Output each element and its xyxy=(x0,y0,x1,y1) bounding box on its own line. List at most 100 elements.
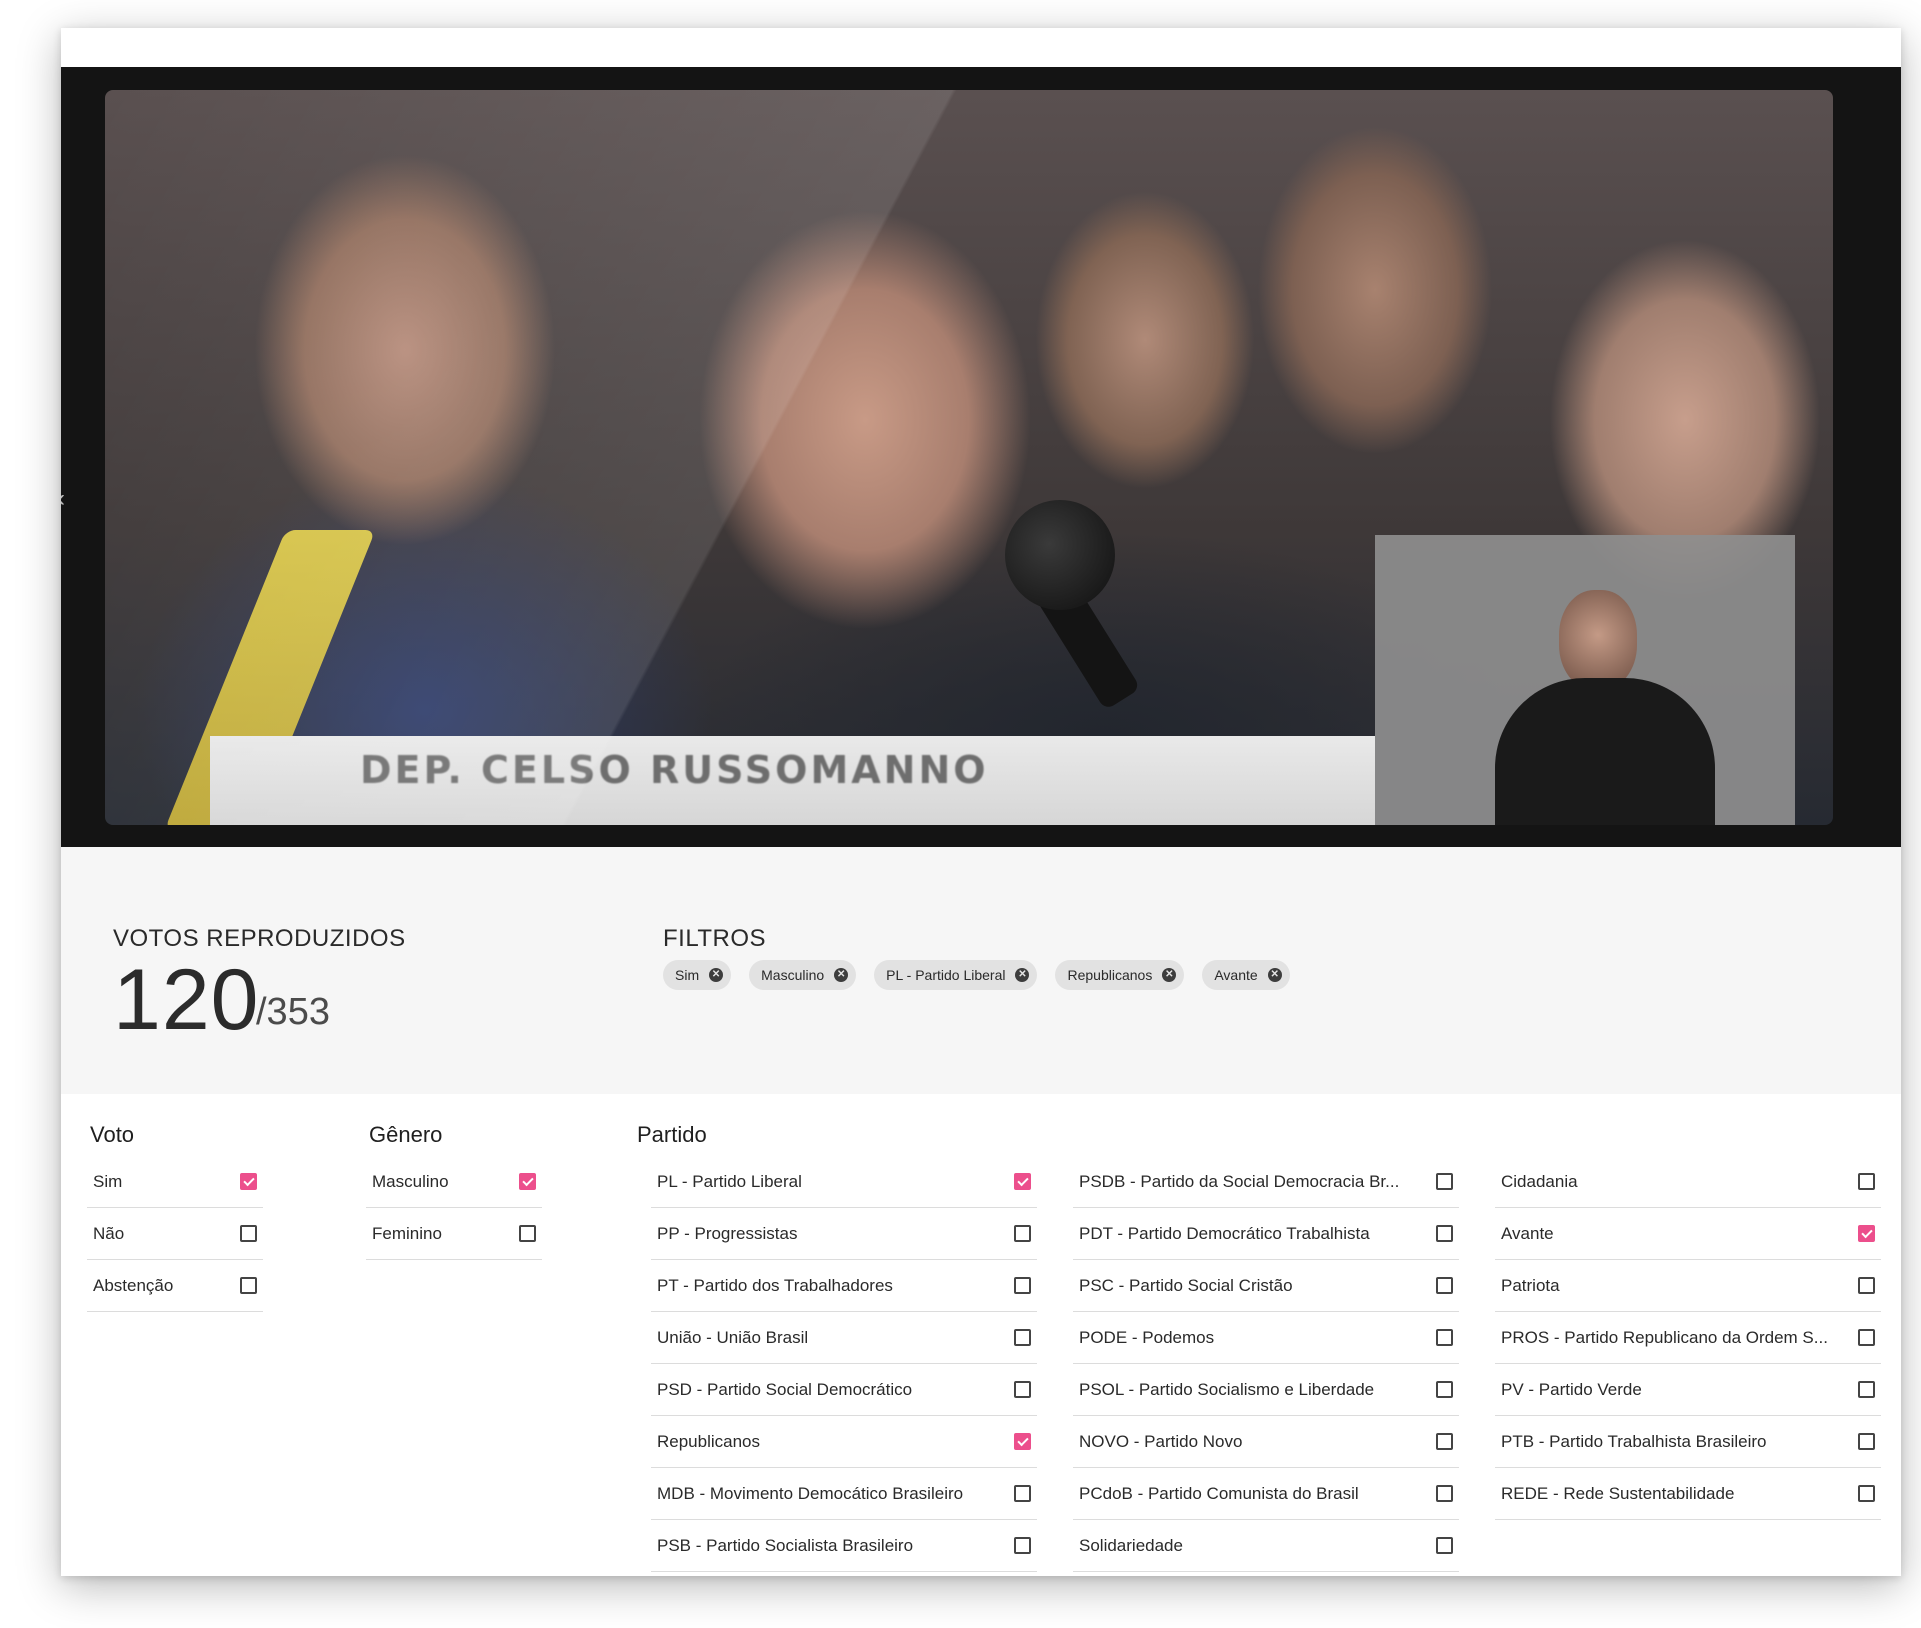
filter-chip-label: Sim xyxy=(675,967,700,983)
party-option[interactable]: PCdoB - Partido Comunista do Brasil xyxy=(1073,1468,1459,1520)
stats-panel: VOTOS REPRODUZIDOS 120 /353 FILTROS Sim … xyxy=(61,847,1901,1094)
close-icon[interactable]: ✕ xyxy=(1162,968,1177,982)
party-option[interactable]: Patriota xyxy=(1495,1260,1881,1312)
checkbox[interactable] xyxy=(1436,1329,1453,1346)
checkbox[interactable] xyxy=(1858,1173,1875,1190)
interpreter-body xyxy=(1495,678,1715,825)
gender-group-title: Gênero xyxy=(369,1122,443,1147)
option-label: PCdoB - Partido Comunista do Brasil xyxy=(1079,1483,1359,1503)
checkbox[interactable] xyxy=(1436,1173,1453,1190)
party-option[interactable]: PODE - Podemos xyxy=(1073,1312,1459,1364)
video-frame[interactable]: DEP. CELSO RUSSOMANNO xyxy=(105,90,1833,825)
party-option[interactable]: União - União Brasil xyxy=(651,1312,1037,1364)
party-option[interactable]: Solidariedade xyxy=(1073,1520,1459,1572)
party-option[interactable]: PSD - Partido Social Democrático xyxy=(651,1364,1037,1416)
checkbox[interactable] xyxy=(1858,1485,1875,1502)
checkbox[interactable] xyxy=(1436,1225,1453,1242)
vote-option-nao[interactable]: Não xyxy=(87,1208,263,1260)
checkbox[interactable] xyxy=(519,1173,536,1190)
option-label: PSOL - Partido Socialismo e Liberdade xyxy=(1079,1379,1375,1399)
video-player[interactable]: DEP. CELSO RUSSOMANNO ‹ xyxy=(61,67,1901,847)
chevron-left-icon[interactable]: ‹ xyxy=(61,485,65,513)
app-window: DEP. CELSO RUSSOMANNO ‹ VOTOS REPRODUZID… xyxy=(61,28,1901,1576)
checkbox[interactable] xyxy=(519,1225,536,1242)
party-option[interactable]: Avante xyxy=(1495,1208,1881,1260)
party-option[interactable]: Cidadania xyxy=(1495,1156,1881,1208)
checkbox[interactable] xyxy=(1014,1225,1031,1242)
party-option[interactable]: PP - Progressistas xyxy=(651,1208,1037,1260)
party-option[interactable]: PSDB - Partido da Social Democracia Br..… xyxy=(1073,1156,1459,1208)
party-option[interactable]: PSC - Partido Social Cristão xyxy=(1073,1260,1459,1312)
filter-chip-label: Avante xyxy=(1214,967,1258,983)
close-icon[interactable]: ✕ xyxy=(1267,968,1282,982)
checkbox[interactable] xyxy=(1436,1381,1453,1398)
option-label: PP - Progressistas xyxy=(657,1223,798,1243)
checkbox[interactable] xyxy=(1014,1433,1031,1450)
party-option[interactable]: PV - Partido Verde xyxy=(1495,1364,1881,1416)
checkbox[interactable] xyxy=(1858,1381,1875,1398)
party-filter-column-1: PL - Partido Liberal PP - Progressistas … xyxy=(651,1156,1037,1572)
option-label: PODE - Podemos xyxy=(1079,1327,1215,1347)
vote-option-abstencao[interactable]: Abstenção xyxy=(87,1260,263,1312)
checkbox[interactable] xyxy=(1436,1537,1453,1554)
vote-group-title: Voto xyxy=(90,1122,135,1147)
party-option[interactable]: MDB - Movimento Democático Brasileiro xyxy=(651,1468,1037,1520)
option-label: Republicanos xyxy=(657,1431,761,1451)
party-option[interactable]: PROS - Partido Republicano da Ordem S... xyxy=(1495,1312,1881,1364)
checkbox[interactable] xyxy=(1858,1277,1875,1294)
checkbox[interactable] xyxy=(1436,1485,1453,1502)
checkbox[interactable] xyxy=(1014,1173,1031,1190)
party-group-title: Partido xyxy=(637,1122,707,1147)
option-label: REDE - Rede Sustentabilidade xyxy=(1501,1483,1735,1503)
votes-total-count: /353 xyxy=(256,991,330,1033)
checkbox[interactable] xyxy=(240,1173,257,1190)
filter-chip-label: Republicanos xyxy=(1067,967,1153,983)
option-label: NOVO - Partido Novo xyxy=(1079,1431,1243,1451)
party-option[interactable]: PTB - Partido Trabalhista Brasileiro xyxy=(1495,1416,1881,1468)
party-option[interactable]: PL - Partido Liberal xyxy=(651,1156,1037,1208)
filter-chip: PL - Partido Liberal ✕ xyxy=(874,960,1038,990)
video-scene-microphone xyxy=(1005,500,1115,610)
checkbox[interactable] xyxy=(240,1225,257,1242)
option-label: MDB - Movimento Democático Brasileiro xyxy=(657,1483,964,1503)
party-option[interactable]: REDE - Rede Sustentabilidade xyxy=(1495,1468,1881,1520)
checkbox[interactable] xyxy=(1436,1433,1453,1450)
option-label: PL - Partido Liberal xyxy=(657,1171,802,1191)
filters-label: FILTROS xyxy=(663,925,767,952)
checkbox[interactable] xyxy=(1858,1433,1875,1450)
close-icon[interactable]: ✕ xyxy=(834,968,849,982)
sign-language-interpreter xyxy=(1485,590,1725,825)
gender-option-feminino[interactable]: Feminino xyxy=(366,1208,542,1260)
option-label: PROS - Partido Republicano da Ordem S... xyxy=(1501,1327,1828,1347)
close-icon[interactable]: ✕ xyxy=(1015,968,1030,982)
party-option[interactable]: Republicanos xyxy=(651,1416,1037,1468)
party-option[interactable]: PDT - Partido Democrático Trabalhista xyxy=(1073,1208,1459,1260)
option-label: PSDB - Partido da Social Democracia Br..… xyxy=(1079,1171,1400,1191)
option-label: Feminino xyxy=(372,1223,442,1243)
party-option[interactable]: NOVO - Partido Novo xyxy=(1073,1416,1459,1468)
checkbox[interactable] xyxy=(1014,1485,1031,1502)
gender-filter-list: Masculino Feminino xyxy=(366,1156,542,1260)
party-option[interactable]: PSB - Partido Socialista Brasileiro xyxy=(651,1520,1037,1572)
party-option[interactable]: PSOL - Partido Socialismo e Liberdade xyxy=(1073,1364,1459,1416)
option-label: PV - Partido Verde xyxy=(1501,1379,1642,1399)
close-icon[interactable]: ✕ xyxy=(709,968,724,982)
checkbox[interactable] xyxy=(1436,1277,1453,1294)
checkbox[interactable] xyxy=(1014,1537,1031,1554)
checkbox[interactable] xyxy=(1858,1225,1875,1242)
option-label: PT - Partido dos Trabalhadores xyxy=(657,1275,893,1295)
active-filter-chips: Sim ✕ Masculino ✕ PL - Partido Liberal ✕… xyxy=(663,960,1290,990)
vote-option-sim[interactable]: Sim xyxy=(87,1156,263,1208)
filter-chip: Avante ✕ xyxy=(1202,960,1290,990)
checkbox[interactable] xyxy=(1014,1381,1031,1398)
lower-third-caption: DEP. CELSO RUSSOMANNO xyxy=(360,748,989,792)
option-label: Patriota xyxy=(1501,1275,1560,1295)
option-label: PSC - Partido Social Cristão xyxy=(1079,1275,1293,1295)
checkbox[interactable] xyxy=(1014,1329,1031,1346)
checkbox[interactable] xyxy=(240,1277,257,1294)
checkbox[interactable] xyxy=(1014,1277,1031,1294)
checkbox[interactable] xyxy=(1858,1329,1875,1346)
gender-option-masculino[interactable]: Masculino xyxy=(366,1156,542,1208)
option-label: União - União Brasil xyxy=(657,1327,809,1347)
party-option[interactable]: PT - Partido dos Trabalhadores xyxy=(651,1260,1037,1312)
